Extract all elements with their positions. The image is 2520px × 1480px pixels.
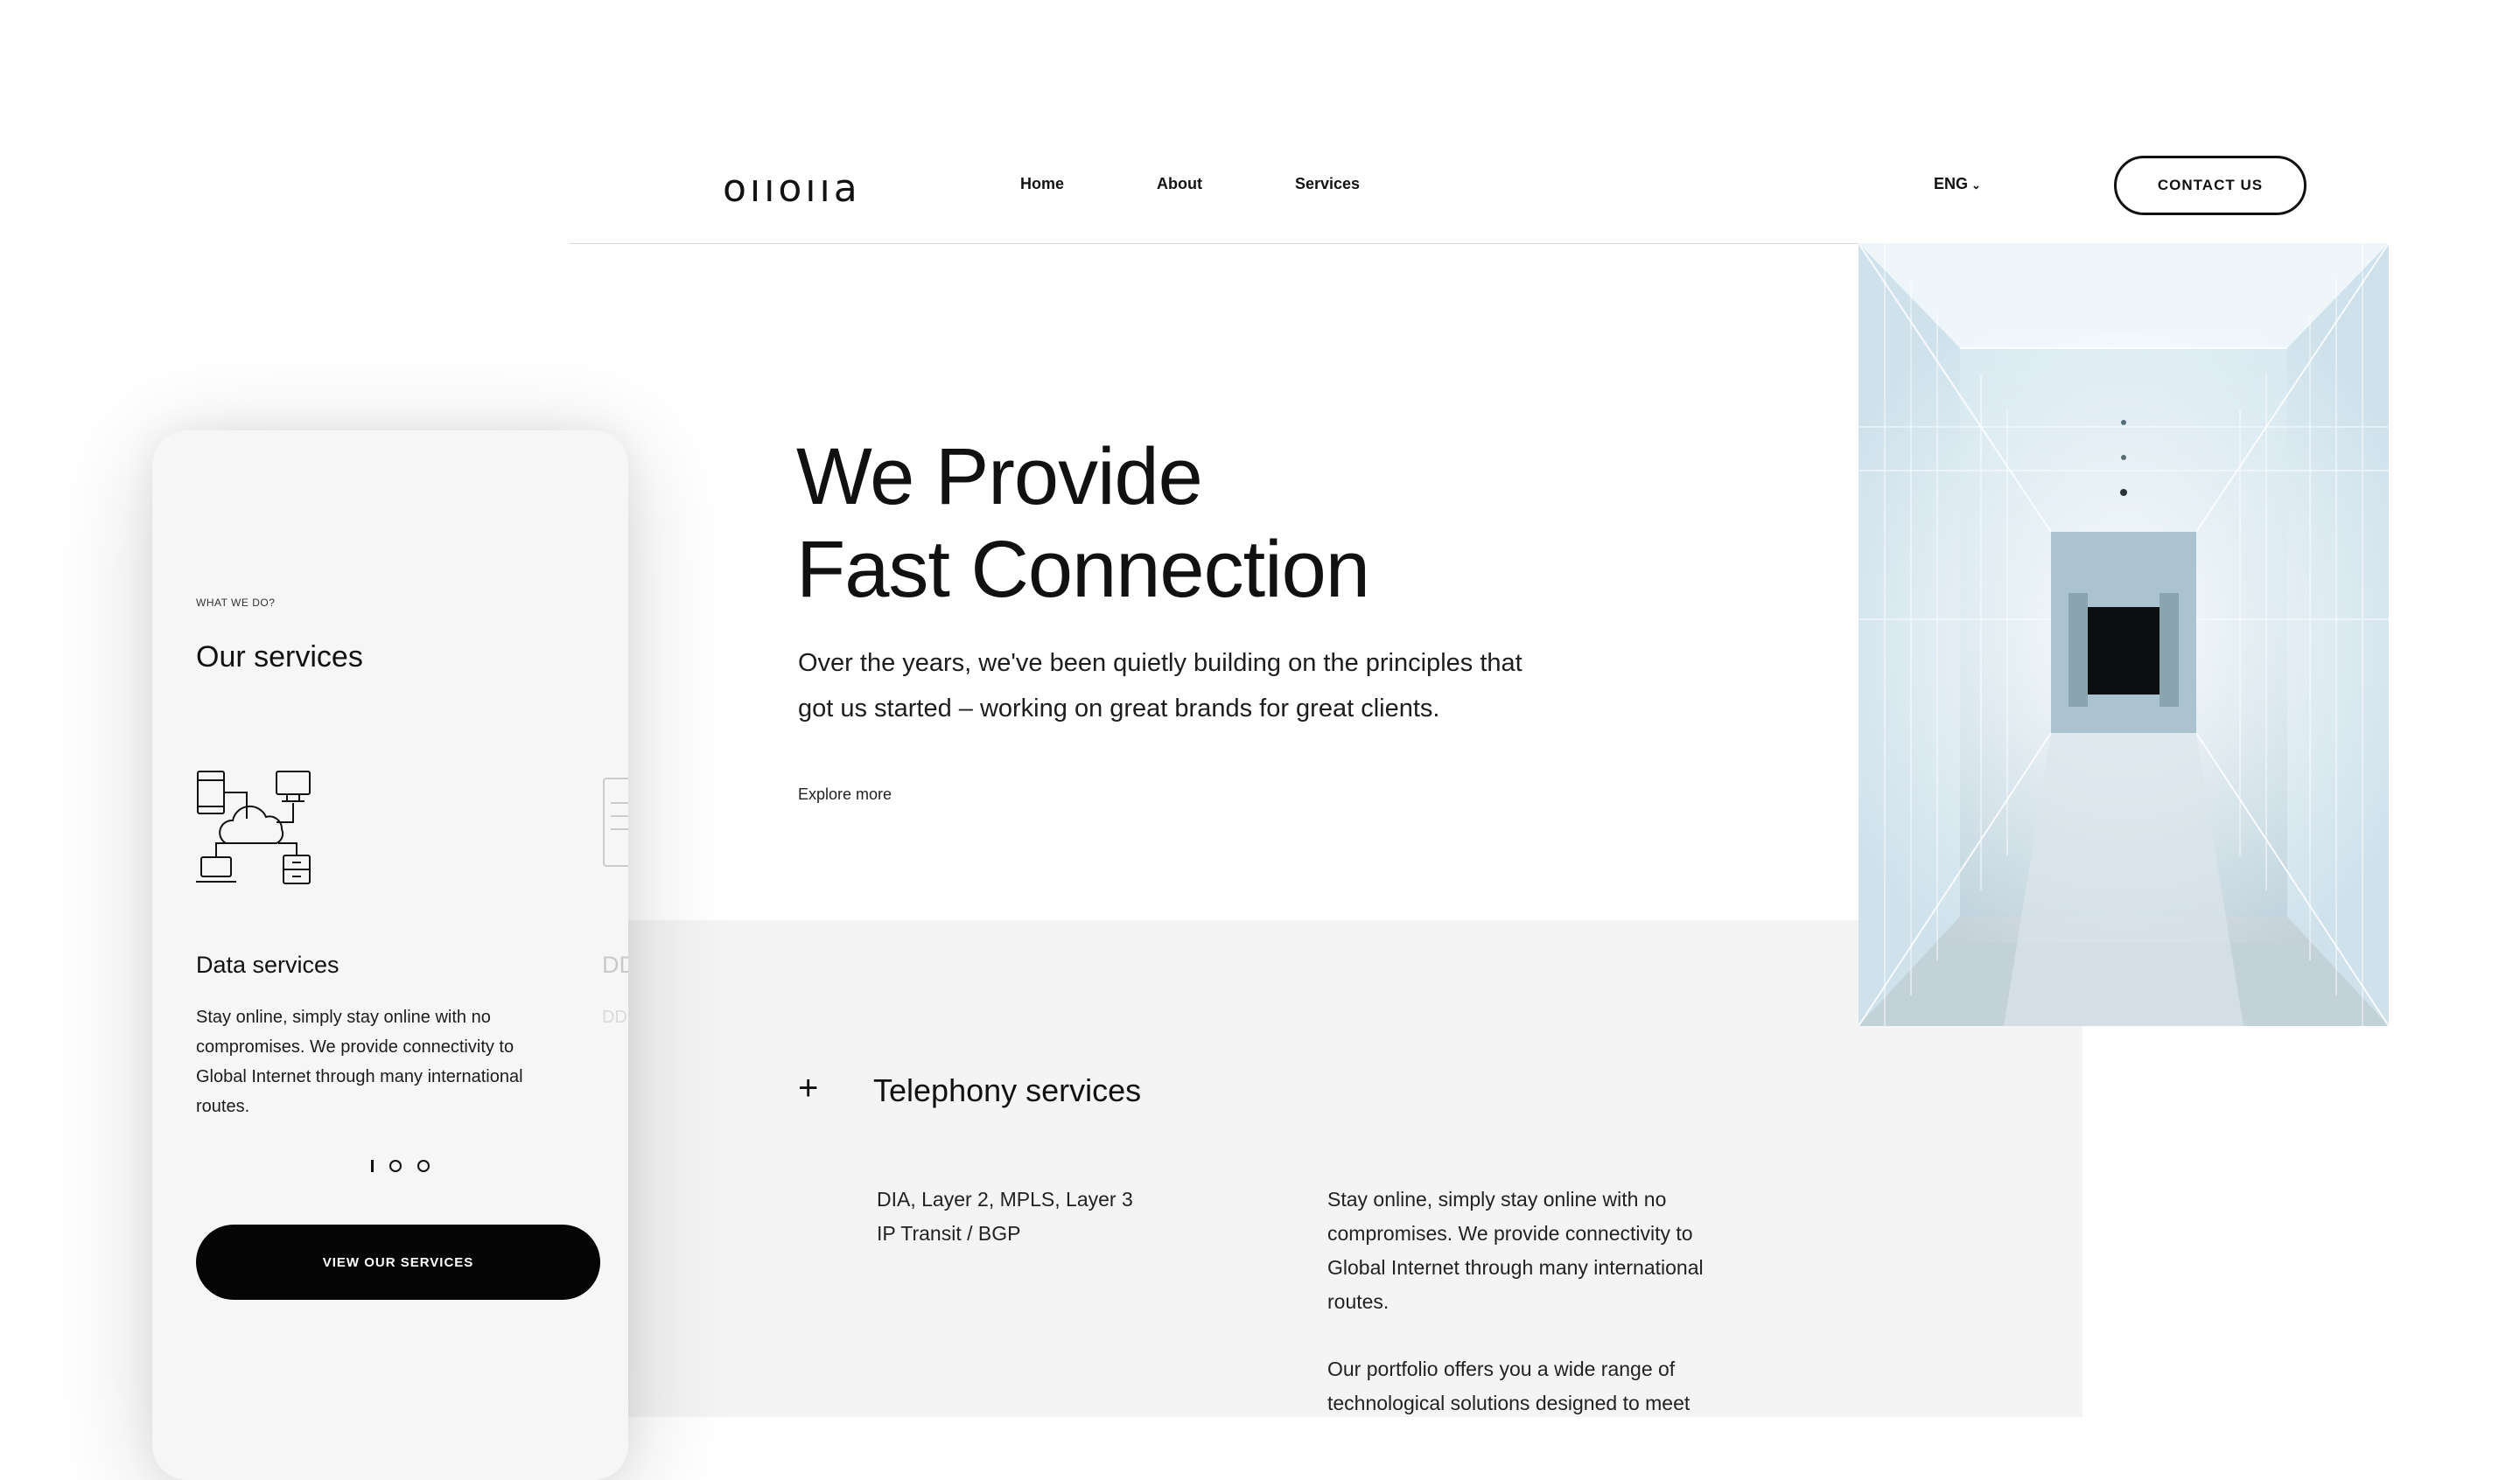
hero-title: We Provide Fast Connection: [796, 430, 1370, 616]
services-description-p1: Stay online, simply stay online with no …: [1327, 1188, 1704, 1313]
next-card-title: DD: [602, 952, 628, 978]
nav-services[interactable]: Services: [1295, 175, 1360, 193]
hero-image: [1858, 243, 2389, 1026]
logo[interactable]: oııoııa: [723, 166, 861, 211]
services-description-p2: Our portfolio offers you a wide range of…: [1327, 1358, 1690, 1414]
mobile-mockup: WHAT WE DO? Our services Data services D…: [152, 430, 628, 1480]
language-selector[interactable]: ENG ⌄: [1934, 175, 1981, 193]
services-tag: DIA, Layer 2, MPLS, Layer 3: [877, 1188, 1133, 1211]
nav-home[interactable]: Home: [1020, 175, 1064, 193]
services-description: Stay online, simply stay online with no …: [1327, 1183, 1747, 1454]
next-card-icon: [603, 778, 628, 867]
services-tags: DIA, Layer 2, MPLS, Layer 3 IP Transit /…: [877, 1183, 1133, 1251]
hero-text-line1: Over the years, we've been quietly build…: [798, 649, 1522, 677]
service-card-title[interactable]: Data services: [196, 952, 340, 979]
nav-about[interactable]: About: [1157, 175, 1202, 193]
service-card-text: Stay online, simply stay online with no …: [196, 1008, 523, 1116]
view-our-services-button[interactable]: VIEW OUR SERVICES: [196, 1225, 600, 1300]
hero-title-line2: Fast Connection: [796, 525, 1370, 614]
services-tag: IP Transit / BGP: [877, 1222, 1021, 1245]
plus-icon[interactable]: +: [798, 1069, 818, 1108]
pagination-dot-active[interactable]: [371, 1160, 374, 1172]
carousel-pagination: [371, 1160, 430, 1172]
services-item-title[interactable]: Telephony services: [873, 1072, 1141, 1109]
section-title: Our services: [196, 640, 363, 674]
contact-us-button[interactable]: CONTACT US: [2114, 156, 2306, 215]
glass-corridor-photo: [1858, 243, 2389, 1026]
services-section-background: [560, 920, 2082, 1417]
cloud-network-icon: [196, 771, 311, 884]
section-eyebrow: WHAT WE DO?: [196, 597, 276, 609]
next-card-text: DD sec pa: [602, 1008, 628, 1027]
language-label: ENG: [1934, 175, 1969, 192]
hero-description: Over the years, we've been quietly build…: [798, 640, 1586, 731]
hero-title-line1: We Provide: [796, 432, 1203, 521]
hero-text-line2: got us started – working on great brands…: [798, 695, 1440, 723]
pagination-dot[interactable]: [417, 1160, 430, 1172]
chevron-down-icon: ⌄: [1971, 178, 1981, 192]
pagination-dot[interactable]: [389, 1160, 402, 1172]
explore-more-link[interactable]: Explore more: [798, 785, 892, 804]
